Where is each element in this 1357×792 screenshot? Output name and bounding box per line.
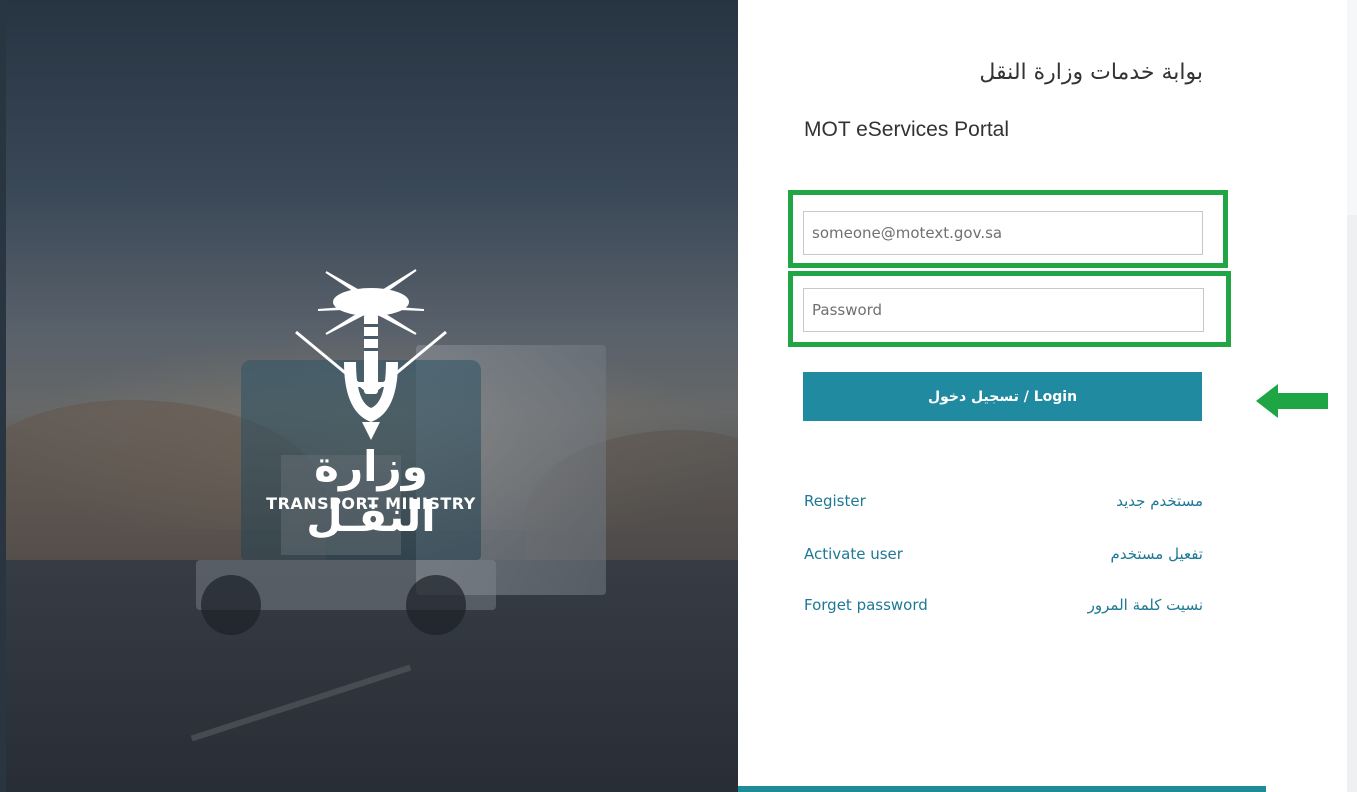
logo-arabic-text: وزارة النقـل (306, 442, 436, 541)
panel-bottom-border (738, 786, 1266, 792)
activate-user-link[interactable]: Activate user (804, 545, 903, 563)
forget-password-link[interactable]: Forget password (804, 596, 928, 614)
left-arrow-icon (1256, 384, 1328, 418)
ministry-logo: وزارة النقـل TRANSPORT MINISTRY (256, 262, 486, 541)
portal-title-arabic: بوابة خدمات وزارة النقل (979, 60, 1203, 85)
login-panel: بوابة خدمات وزارة النقل MOT eServices Po… (738, 0, 1267, 792)
logo-english-text: TRANSPORT MINISTRY (266, 494, 476, 513)
email-field[interactable] (803, 211, 1203, 255)
password-field[interactable] (803, 288, 1204, 332)
login-button[interactable]: تسجيل دخول / Login (803, 372, 1202, 421)
register-link-arabic[interactable]: مستخدم جديد (1116, 492, 1203, 510)
hero-background: وزارة النقـل TRANSPORT MINISTRY (6, 0, 738, 792)
forget-password-link-arabic[interactable]: نسيت كلمة المرور (1088, 596, 1203, 614)
activate-user-link-arabic[interactable]: تفعيل مستخدم (1111, 545, 1203, 563)
palm-tree-emblem-icon (295, 269, 447, 440)
login-page: وزارة النقـل TRANSPORT MINISTRY بوابة خد… (0, 0, 1357, 792)
side-gray-bar-top (1347, 0, 1357, 215)
portal-title-english: MOT eServices Portal (804, 118, 1010, 141)
register-link[interactable]: Register (804, 492, 866, 510)
